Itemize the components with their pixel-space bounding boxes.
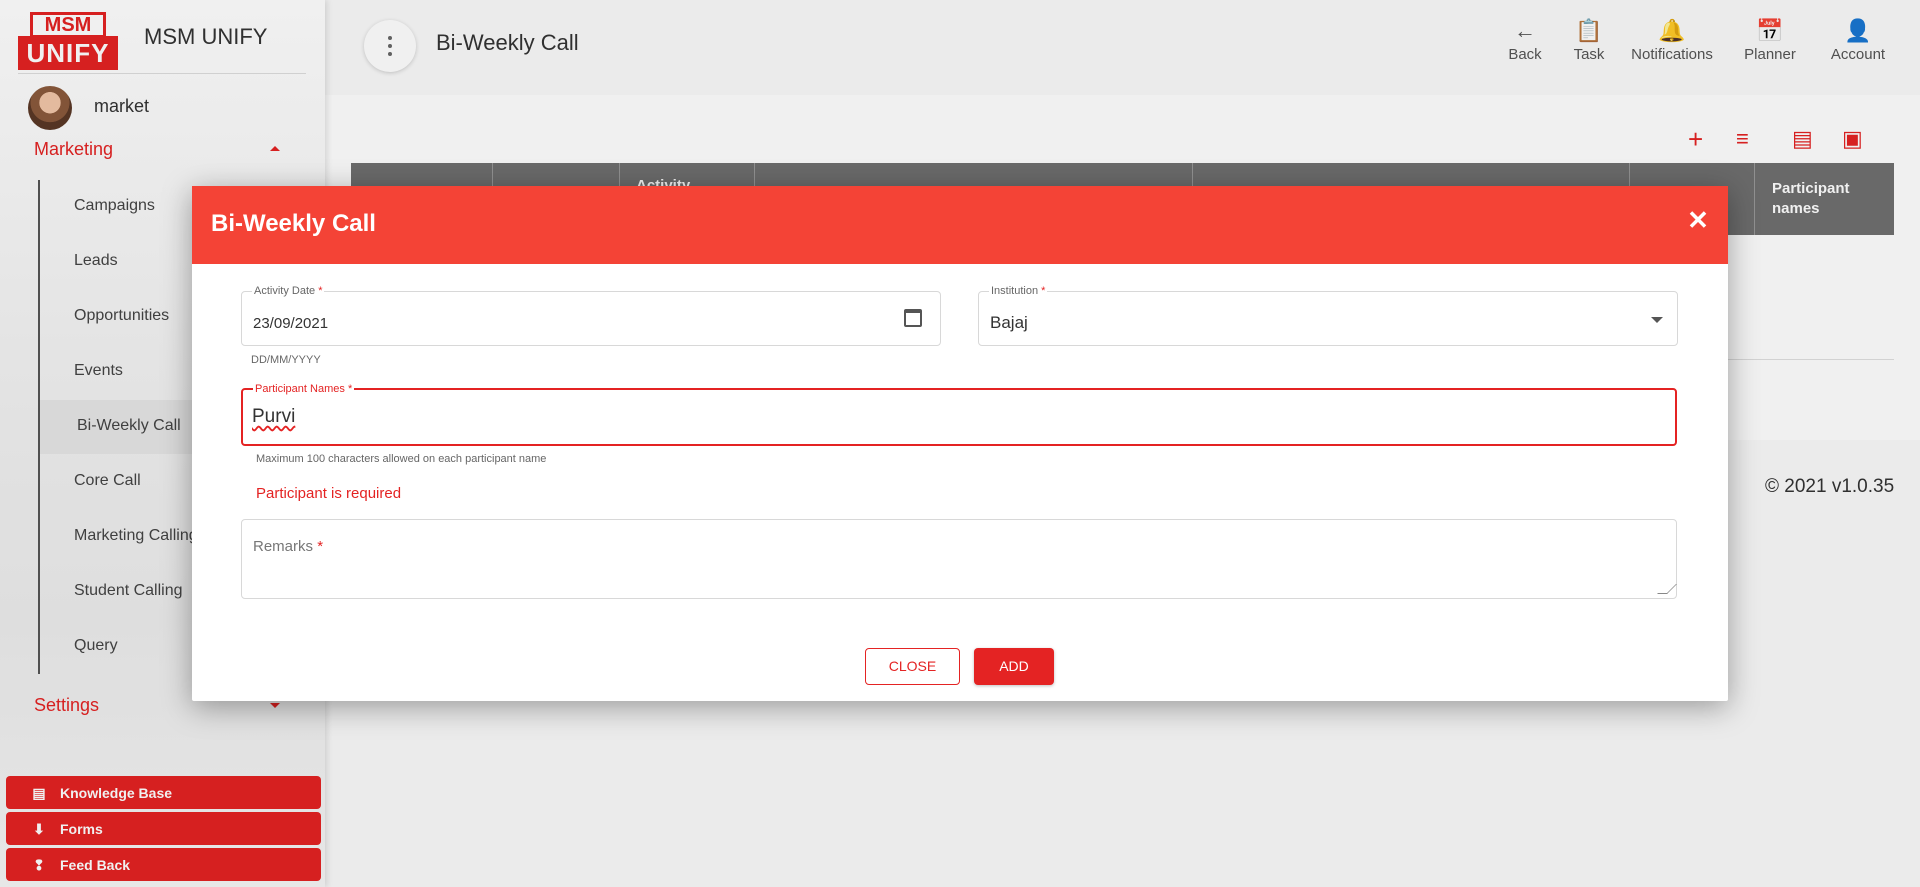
participant-error-message: Participant is required: [256, 485, 402, 502]
activity-date-value: 23/09/2021: [253, 315, 329, 332]
participant-names-hint: Maximum 100 characters allowed on each p…: [256, 453, 547, 465]
participant-names-field[interactable]: Participant Names * Purvi: [241, 383, 1677, 446]
resize-handle-icon[interactable]: [1657, 584, 1677, 594]
participant-names-label: Participant Names *: [253, 383, 355, 395]
activity-date-label: Activity Date *: [252, 285, 325, 297]
dialog-title: Bi-Weekly Call: [211, 210, 376, 237]
remarks-textarea[interactable]: Remarks *: [241, 519, 1677, 599]
institution-label: Institution *: [989, 285, 1048, 297]
close-button[interactable]: CLOSE: [865, 648, 960, 685]
bi-weekly-call-dialog: Bi-Weekly Call ✕ Activity Date * 23/09/2…: [192, 186, 1728, 701]
dropdown-arrow-icon[interactable]: [1651, 317, 1663, 323]
date-format-hint: DD/MM/YYYY: [251, 354, 321, 366]
remarks-placeholder: Remarks *: [253, 538, 324, 555]
participant-names-value: Purvi: [252, 406, 296, 427]
dialog-header: Bi-Weekly Call ✕: [192, 186, 1728, 264]
institution-value: Bajaj: [990, 313, 1028, 332]
calendar-icon[interactable]: [904, 309, 922, 327]
activity-date-field[interactable]: Activity Date * 23/09/2021: [241, 285, 941, 346]
close-icon[interactable]: ✕: [1684, 206, 1712, 234]
add-button[interactable]: ADD: [974, 648, 1054, 685]
institution-select[interactable]: Institution * Bajaj: [978, 285, 1678, 346]
